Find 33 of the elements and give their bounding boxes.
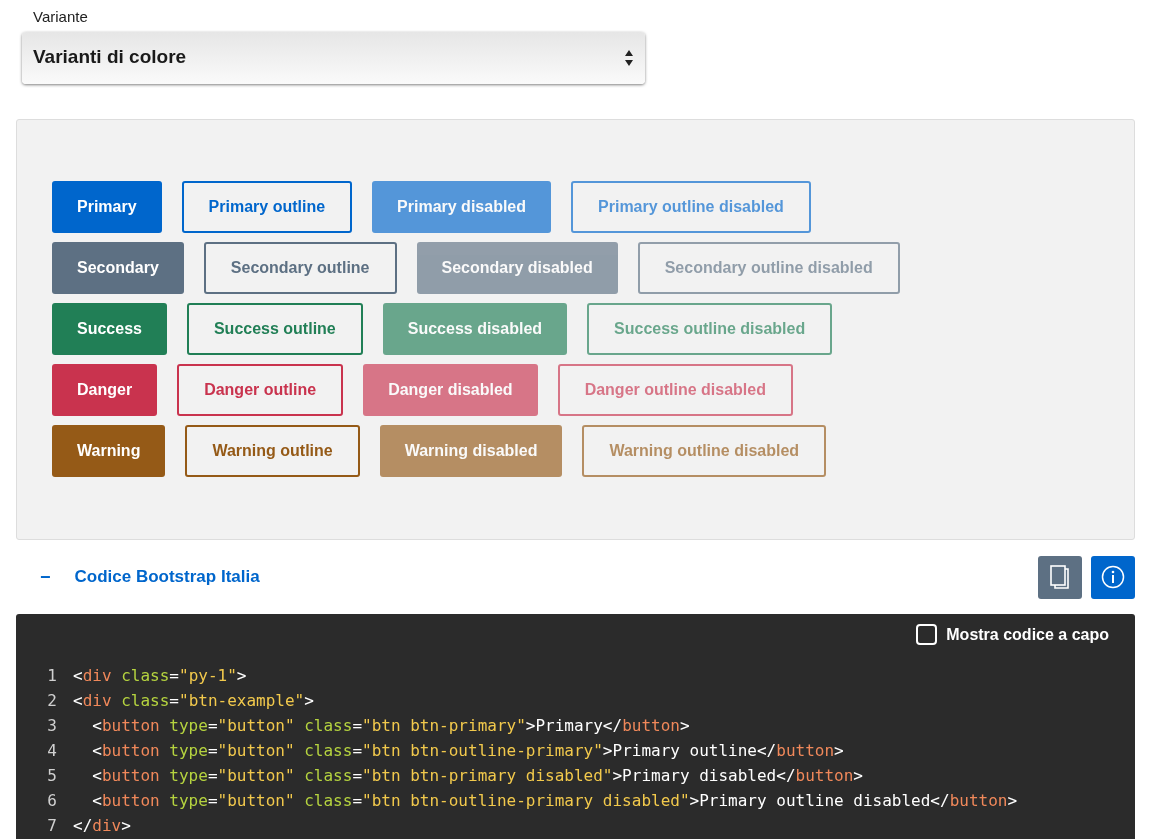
button[interactable]: Warning — [52, 424, 166, 477]
line-number: 1 — [46, 665, 58, 687]
info-button[interactable] — [1091, 555, 1135, 599]
button[interactable]: Primary outline — [181, 180, 353, 233]
button[interactable]: Success outline — [186, 302, 363, 355]
code-line: <button type="button" class="btn btn-outline-primary">Primary outline</button> — [91, 740, 844, 762]
code-line: </div> — [73, 815, 131, 837]
collapse-toggle[interactable]: − — [40, 563, 51, 591]
code-line: <button type="button" class="btn btn-primary disabled">Primary disabled</button> — [91, 765, 863, 787]
button[interactable]: Success — [52, 302, 167, 355]
wrap-code-checkbox[interactable]: Mostra codice a capo — [916, 622, 1109, 647]
variant-select[interactable]: Varianti di colore — [22, 31, 645, 84]
button[interactable]: Danger — [52, 363, 158, 416]
info-icon — [1101, 565, 1125, 589]
line-number: 4 — [46, 740, 58, 762]
button[interactable]: Secondary — [52, 241, 184, 294]
code-line: <button type="button" class="btn btn-outline-primary disabled">Primary outline disabled</button> — [91, 790, 1018, 812]
line-number: 3 — [46, 715, 58, 737]
section-title[interactable]: Codice Bootstrap Italia — [74, 564, 260, 590]
line-number: 7 — [46, 815, 58, 837]
line-number: 6 — [46, 790, 58, 812]
line-number: 2 — [46, 690, 58, 712]
button[interactable]: Danger outline — [177, 363, 344, 416]
code-line: <button type="button" class="btn btn-primary">Primary</button> — [91, 715, 690, 737]
field-label: Variante — [33, 7, 89, 27]
line-number: 5 — [46, 765, 58, 787]
button[interactable]: Warning outline — [185, 424, 360, 477]
button[interactable]: Secondary outline — [203, 241, 397, 294]
code-line: <div class="py-1"> — [73, 665, 247, 687]
copy-button[interactable] — [1038, 555, 1082, 599]
copy-icon — [1050, 565, 1070, 589]
button[interactable]: Primary — [52, 180, 162, 233]
code-line: <div class="btn-example"> — [73, 690, 314, 712]
